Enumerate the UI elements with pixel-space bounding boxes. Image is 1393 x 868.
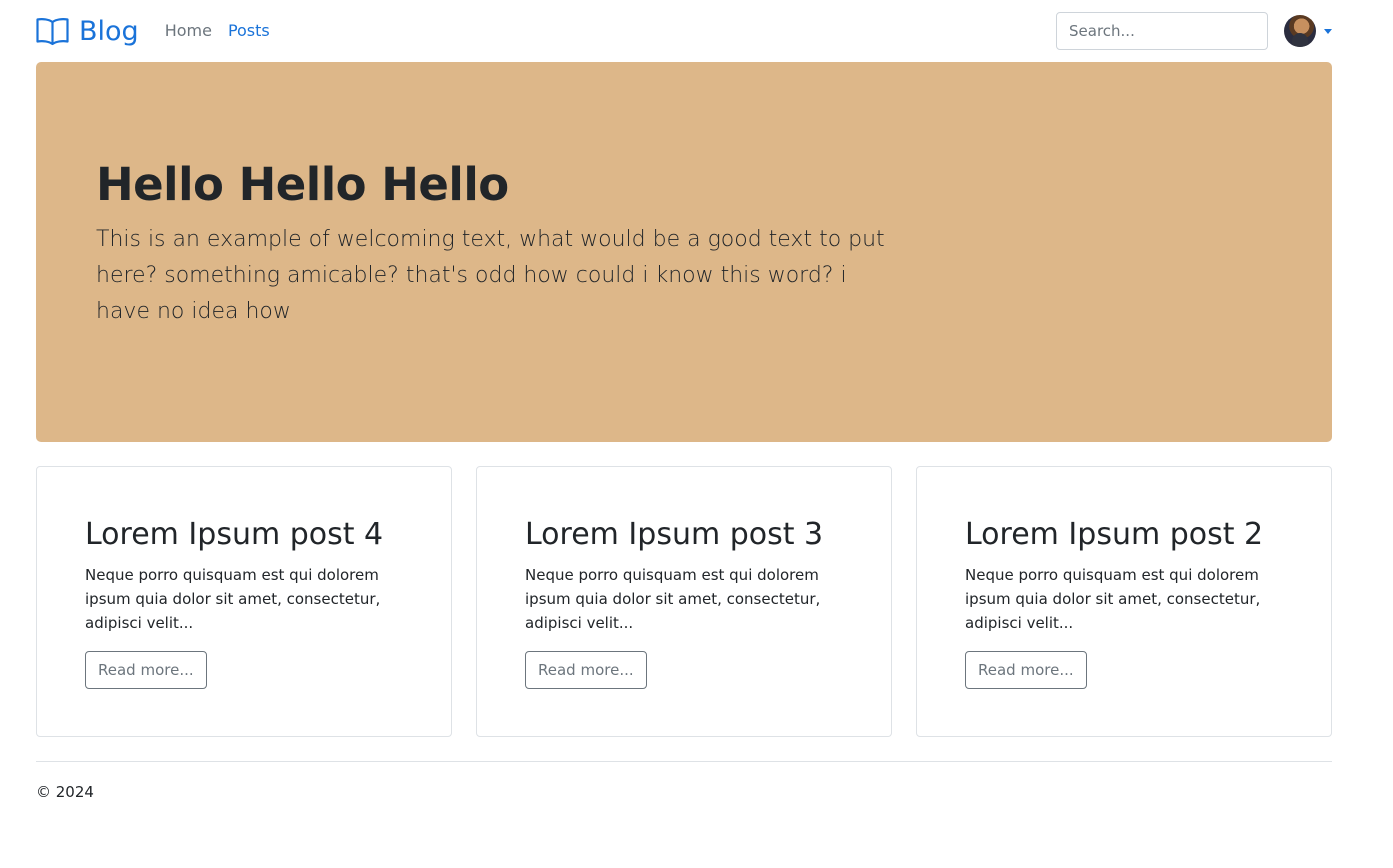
read-more-button[interactable]: Read more... [85,651,207,689]
read-more-button[interactable]: Read more... [525,651,647,689]
post-excerpt: Neque porro quisquam est qui dolorem ips… [525,566,821,632]
nav-link-posts[interactable]: Posts [220,23,278,39]
post-title: Lorem Ipsum post 2 [965,517,1264,552]
hero-title: Hello Hello Hello [96,158,509,211]
footer: © 2024 [36,761,1332,801]
user-menu-toggle[interactable] [1284,15,1332,47]
post-excerpt: Neque porro quisquam est qui dolorem ips… [965,566,1261,632]
nav-link-home[interactable]: Home [157,23,220,39]
read-more-button[interactable]: Read more... [965,651,1087,689]
search-input[interactable] [1056,12,1268,50]
post-title: Lorem Ipsum post 4 [85,517,384,552]
post-title: Lorem Ipsum post 3 [525,517,824,552]
hero-lead-text: This is an example of welcoming text, wh… [96,227,885,324]
brand-link[interactable]: Blog [36,11,139,51]
hero-banner: Hello Hello Hello This is an example of … [36,62,1332,442]
book-icon [36,18,69,46]
copyright-text: © 2024 [36,783,94,801]
navbar: Blog Home Posts [36,0,1332,62]
brand-label: Blog [79,15,139,47]
post-card: Lorem Ipsum post 4 Neque porro quisquam … [36,466,452,737]
post-card: Lorem Ipsum post 3 Neque porro quisquam … [476,466,892,737]
avatar[interactable] [1284,15,1316,47]
post-excerpt: Neque porro quisquam est qui dolorem ips… [85,566,381,632]
page: Blog Home Posts Hello Hello Hello This i… [36,0,1332,801]
posts-grid: Lorem Ipsum post 4 Neque porro quisquam … [36,466,1332,737]
main-nav: Home Posts [157,23,278,39]
caret-down-icon [1324,28,1332,34]
post-card: Lorem Ipsum post 2 Neque porro quisquam … [916,466,1332,737]
